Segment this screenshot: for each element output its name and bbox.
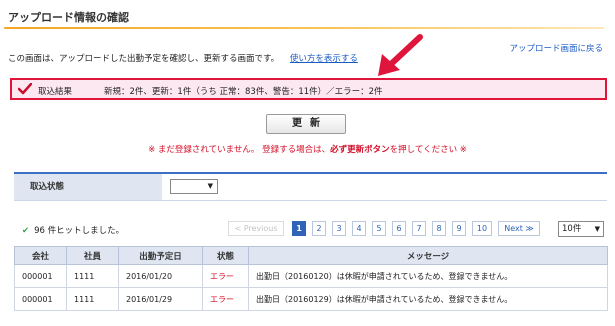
pager-page-4[interactable]: 4 [352, 221, 366, 236]
pager-page-3[interactable]: 3 [332, 221, 346, 236]
page-title: アップロード情報の確認 [8, 11, 129, 24]
import-result-summary: 新規：2件、更新：1件（うち 正常：83件、警告：11件）／エラー：2件 [104, 87, 383, 97]
intro-text: この画面は、アップロードした出勤予定を確認し、更新する画面です。 [8, 54, 280, 64]
results-table: 会社 社員 出勤予定日 状態 メッセージ 000001 1111 2016/01… [14, 246, 608, 311]
column-header-employee: 社員 [66, 246, 119, 265]
per-page-value: 10件 [562, 224, 582, 234]
help-link[interactable]: 使い方を表示する [290, 54, 358, 64]
pager-page-6[interactable]: 6 [392, 221, 406, 236]
import-result-box: 取込結果 新規：2件、更新：1件（うち 正常：83件、警告：11件）／エラー：2… [10, 78, 607, 100]
warning-prefix: ※ まだ登録されていません。 登録する場合は、 [148, 145, 331, 155]
cell-employee: 1111 [66, 264, 119, 288]
page-header: アップロード情報の確認 [0, 0, 615, 30]
title-underline [4, 27, 604, 29]
column-header-scheduled-date: 出勤予定日 [118, 246, 203, 265]
pager-page-2[interactable]: 2 [312, 221, 326, 236]
update-button[interactable]: 更新 [266, 114, 346, 134]
cell-scheduled-date: 2016/01/20 [118, 264, 203, 288]
pager-previous: < Previous [228, 221, 284, 236]
dropdown-arrow-icon: ▼ [594, 225, 600, 233]
table-row: 000001 1111 2016/01/20 エラー 出勤日（20160120）… [14, 264, 608, 288]
import-status-select[interactable]: ▼ [170, 179, 218, 194]
hit-count: ✔ 96 件ヒットしました。 [22, 224, 124, 236]
cell-company: 000001 [14, 287, 67, 311]
pager-page-8[interactable]: 8 [432, 221, 446, 236]
dropdown-arrow-icon: ▼ [207, 182, 213, 190]
pager-next[interactable]: Next ≫ [498, 221, 540, 236]
column-header-status: 状態 [202, 246, 249, 265]
per-page-select[interactable]: 10件 ▼ [558, 221, 604, 237]
import-status-label: 取込状態 [14, 174, 162, 200]
column-header-message: メッセージ [248, 246, 608, 265]
pager-page-5[interactable]: 5 [372, 221, 386, 236]
cell-message: 出勤日（20160120）は休暇が申請されているため、登録できません。 [248, 264, 608, 288]
column-header-company: 会社 [14, 246, 67, 265]
checkmark-icon [18, 83, 32, 95]
table-row: 000001 1111 2016/01/29 エラー 出勤日（20160129）… [14, 287, 608, 311]
cell-company: 000001 [14, 264, 67, 288]
cell-scheduled-date: 2016/01/29 [118, 287, 203, 311]
filter-divider [14, 200, 607, 201]
pager-page-7[interactable]: 7 [412, 221, 426, 236]
hit-count-text: 96 件ヒットしました。 [34, 226, 125, 236]
filter-bar: 取込状態 ▼ [14, 172, 607, 201]
cell-employee: 1111 [66, 287, 119, 311]
pager-page-1[interactable]: 1 [292, 221, 306, 236]
red-arrow-icon [378, 34, 423, 76]
not-registered-warning: ※ まだ登録されていません。 登録する場合は、必ず更新ボタンを押してください ※ [0, 143, 615, 155]
cell-status: エラー [202, 264, 249, 288]
back-to-upload-link[interactable]: アップロード画面に戻る [509, 42, 603, 54]
pager-page-9[interactable]: 9 [452, 221, 466, 236]
pager-page-10[interactable]: 10 [472, 221, 492, 236]
cell-status: エラー [202, 287, 249, 311]
table-header-row: 会社 社員 出勤予定日 状態 メッセージ [14, 246, 608, 265]
import-result-label: 取込結果 [38, 87, 73, 97]
cell-message: 出勤日（20160129）は休暇が申請されているため、登録できません。 [248, 287, 608, 311]
intro-text-line: この画面は、アップロードした出勤予定を確認し、更新する画面です。 使い方を表示す… [8, 52, 358, 64]
check-icon: ✔ [22, 226, 30, 236]
warning-suffix: を押してください ※ [389, 145, 467, 155]
warning-emphasis: 必ず更新ボタン [330, 145, 390, 155]
